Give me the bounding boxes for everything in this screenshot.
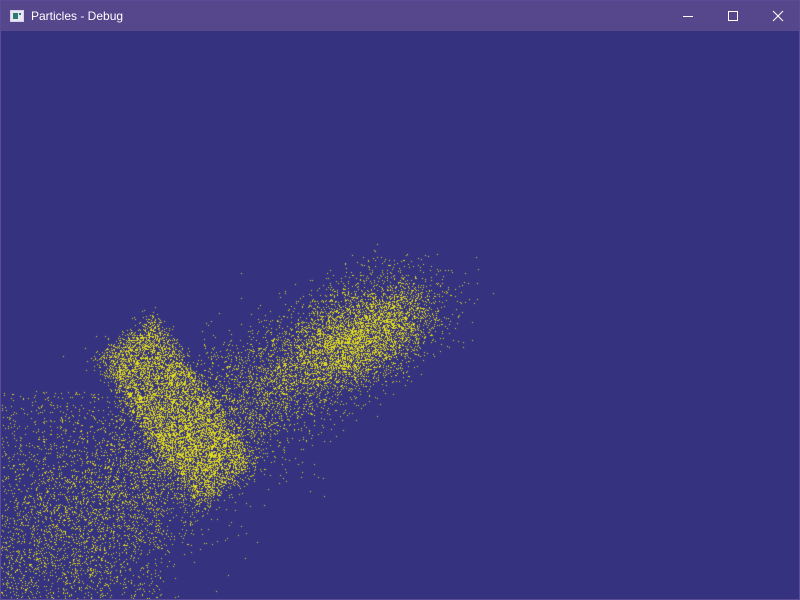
render-viewport[interactable] xyxy=(1,31,799,599)
window-title: Particles - Debug xyxy=(31,9,124,23)
minimize-icon xyxy=(683,16,693,17)
title-bar[interactable]: Particles - Debug xyxy=(1,1,799,31)
app-icon xyxy=(10,10,24,22)
maximize-button[interactable] xyxy=(710,1,756,31)
close-button[interactable] xyxy=(755,1,800,31)
maximize-icon xyxy=(728,11,738,21)
particle-field xyxy=(1,31,799,599)
close-icon xyxy=(772,10,784,22)
minimize-button[interactable] xyxy=(665,1,711,31)
app-window: Particles - Debug xyxy=(0,0,800,600)
